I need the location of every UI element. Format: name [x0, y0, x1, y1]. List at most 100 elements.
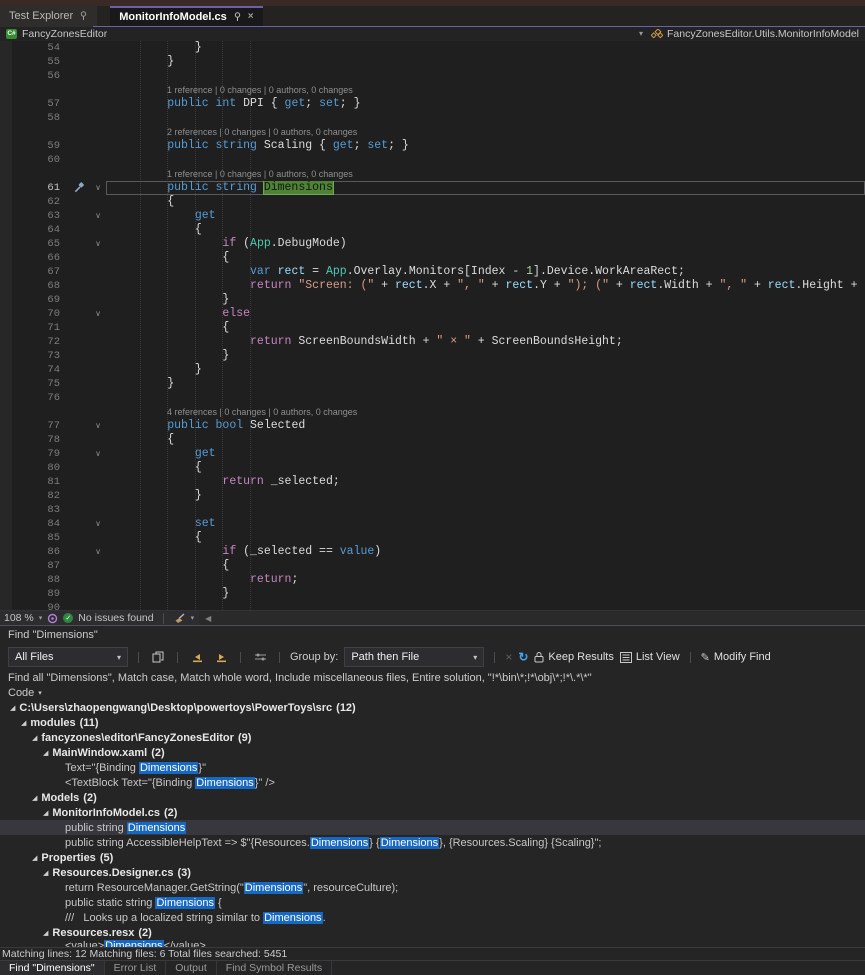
tab-find-dimensions[interactable]: Find "Dimensions" [0, 961, 105, 975]
code-line[interactable]: 84∨ set [0, 517, 865, 531]
code-line[interactable]: 86∨ if (_selected == value) [0, 545, 865, 559]
code-line[interactable]: 68 return "Screen: (" + rect.X + ", " + … [0, 279, 865, 293]
tree-match-row[interactable]: <TextBlock Text="{Binding Dimensions}" /… [0, 775, 865, 790]
modify-find-button[interactable]: ✎ Modify Find [701, 651, 771, 664]
health-status[interactable]: No issues found [78, 612, 153, 624]
tree-group-row[interactable]: ◢Models(2) [0, 790, 865, 805]
code-line[interactable]: 85 { [0, 531, 865, 545]
chevron-down-icon[interactable]: ▾ [39, 614, 43, 622]
code-line[interactable]: 57 public int DPI { get; set; } [0, 97, 865, 111]
expander-icon[interactable]: ◢ [21, 719, 26, 727]
code-line[interactable]: 55 } [0, 55, 865, 69]
code-line[interactable]: 71 { [0, 321, 865, 335]
zoom-level-select[interactable]: 108 % [4, 612, 34, 624]
tab-monitorinfomodel[interactable]: MonitorInfoModel.cs × [110, 6, 262, 27]
code-line[interactable]: 76 [0, 391, 865, 405]
code-line[interactable]: 89 } [0, 587, 865, 601]
feedback-icon[interactable] [47, 613, 58, 624]
expander-icon[interactable]: ◢ [32, 854, 37, 862]
keep-results-button[interactable]: Keep Results [534, 651, 613, 663]
code-line[interactable]: 67 var rect = App.Overlay.Monitors[Index… [0, 265, 865, 279]
tab-find-symbol-results[interactable]: Find Symbol Results [217, 961, 332, 975]
expander-icon[interactable]: ◢ [43, 869, 48, 877]
tree-match-row[interactable]: <value>Dimensions</value> [0, 940, 865, 947]
code-line[interactable]: 59 public string Scaling { get; set; } [0, 139, 865, 153]
tree-group-row[interactable]: ◢MainWindow.xaml(2) [0, 745, 865, 760]
next-location-icon[interactable] [212, 648, 230, 666]
close-icon[interactable]: × [248, 12, 254, 22]
fold-chevron-icon[interactable]: ∨ [90, 307, 106, 321]
codelens-indicator[interactable]: 1 reference | 0 changes | 0 authors, 0 c… [167, 85, 353, 95]
code-line[interactable]: 62 { [0, 195, 865, 209]
code-line[interactable]: 75 } [0, 377, 865, 391]
tree-match-row[interactable]: return ResourceManager.GetString("Dimens… [0, 880, 865, 895]
fold-chevron-icon[interactable]: ∨ [90, 545, 106, 559]
code-line[interactable]: 73 } [0, 349, 865, 363]
tree-group-row[interactable]: ◢Resources.resx(2) [0, 925, 865, 940]
codelens-row[interactable]: 2 references | 0 changes | 0 authors, 0 … [0, 125, 865, 139]
scroll-left-icon[interactable]: ◀ [205, 614, 211, 623]
tab-test-explorer[interactable]: Test Explorer [0, 6, 97, 27]
fold-chevron-icon[interactable]: ∨ [90, 209, 106, 223]
code-line[interactable]: 56 [0, 69, 865, 83]
tree-match-row[interactable]: public string Dimensions [0, 820, 865, 835]
refresh-icon[interactable]: ↻ [518, 650, 528, 664]
breadcrumb-type[interactable]: FancyZonesEditor.Utils.MonitorInfoModel [667, 28, 859, 40]
code-line[interactable]: 80 { [0, 461, 865, 475]
code-line[interactable]: 63∨ get [0, 209, 865, 223]
previous-location-icon[interactable] [188, 648, 206, 666]
code-line[interactable]: 74 } [0, 363, 865, 377]
code-line[interactable]: 65∨ if (App.DebugMode) [0, 237, 865, 251]
code-line[interactable]: 58 [0, 111, 865, 125]
code-line[interactable]: 81 return _selected; [0, 475, 865, 489]
expander-icon[interactable]: ◢ [10, 704, 15, 712]
code-line[interactable]: 60 [0, 153, 865, 167]
code-line[interactable]: 82 } [0, 489, 865, 503]
fold-chevron-icon[interactable]: ∨ [90, 181, 106, 195]
expander-icon[interactable]: ◢ [32, 794, 37, 802]
code-line[interactable]: 88 return; [0, 573, 865, 587]
pin-icon[interactable] [79, 11, 88, 21]
tree-match-row[interactable]: /// Looks up a localized string similar … [0, 910, 865, 925]
expander-icon[interactable]: ◢ [43, 809, 48, 817]
tab-error-list[interactable]: Error List [105, 961, 167, 975]
codelens-indicator[interactable]: 1 reference | 0 changes | 0 authors, 0 c… [167, 169, 353, 179]
tree-group-row[interactable]: ◢modules(11) [0, 715, 865, 730]
code-line[interactable]: 87 { [0, 559, 865, 573]
code-line[interactable]: 66 { [0, 251, 865, 265]
tree-match-row[interactable]: public static string Dimensions { [0, 895, 865, 910]
pin-icon[interactable] [233, 12, 242, 22]
code-line[interactable]: 69 } [0, 293, 865, 307]
fold-chevron-icon[interactable]: ∨ [90, 517, 106, 531]
codelens-row[interactable]: 1 reference | 0 changes | 0 authors, 0 c… [0, 83, 865, 97]
codelens-indicator[interactable]: 2 references | 0 changes | 0 authors, 0 … [167, 127, 357, 137]
tree-group-row[interactable]: ◢MonitorInfoModel.cs(2) [0, 805, 865, 820]
codelens-row[interactable]: 1 reference | 0 changes | 0 authors, 0 c… [0, 167, 865, 181]
code-line[interactable]: 78 { [0, 433, 865, 447]
scope-select[interactable]: All Files▾ [8, 647, 128, 667]
tree-group-row[interactable]: ◢fancyzones\editor\FancyZonesEditor(9) [0, 730, 865, 745]
fold-chevron-icon[interactable]: ∨ [90, 419, 106, 433]
code-line[interactable]: 90 [0, 601, 865, 610]
code-line[interactable]: 70∨ else [0, 307, 865, 321]
code-line[interactable]: 64 { [0, 223, 865, 237]
breadcrumb-project[interactable]: FancyZonesEditor [22, 28, 107, 40]
quick-actions-screwdriver-icon[interactable] [68, 181, 90, 195]
tree-match-row[interactable]: Text="{Binding Dimensions}" [0, 760, 865, 775]
code-line[interactable]: 83 [0, 503, 865, 517]
chevron-down-icon[interactable]: ▾ [191, 614, 195, 622]
copy-icon[interactable] [149, 648, 167, 666]
code-line[interactable]: 54 } [0, 41, 865, 55]
horizontal-scrollbar[interactable]: ◀ [199, 611, 865, 625]
code-line[interactable]: 79∨ get [0, 447, 865, 461]
codelens-row[interactable]: 4 references | 0 changes | 0 authors, 0 … [0, 405, 865, 419]
expander-icon[interactable]: ◢ [32, 734, 37, 742]
result-type-filter[interactable]: Code ▾ [0, 685, 865, 700]
expander-icon[interactable]: ◢ [43, 929, 48, 937]
settings-sliders-icon[interactable] [251, 648, 269, 666]
fold-chevron-icon[interactable]: ∨ [90, 237, 106, 251]
tree-group-row[interactable]: ◢Resources.Designer.cs(3) [0, 865, 865, 880]
list-view-button[interactable]: List View [620, 651, 680, 663]
tree-group-row[interactable]: ◢Properties(5) [0, 850, 865, 865]
code-line[interactable]: 61∨ public string Dimensions [0, 181, 865, 195]
